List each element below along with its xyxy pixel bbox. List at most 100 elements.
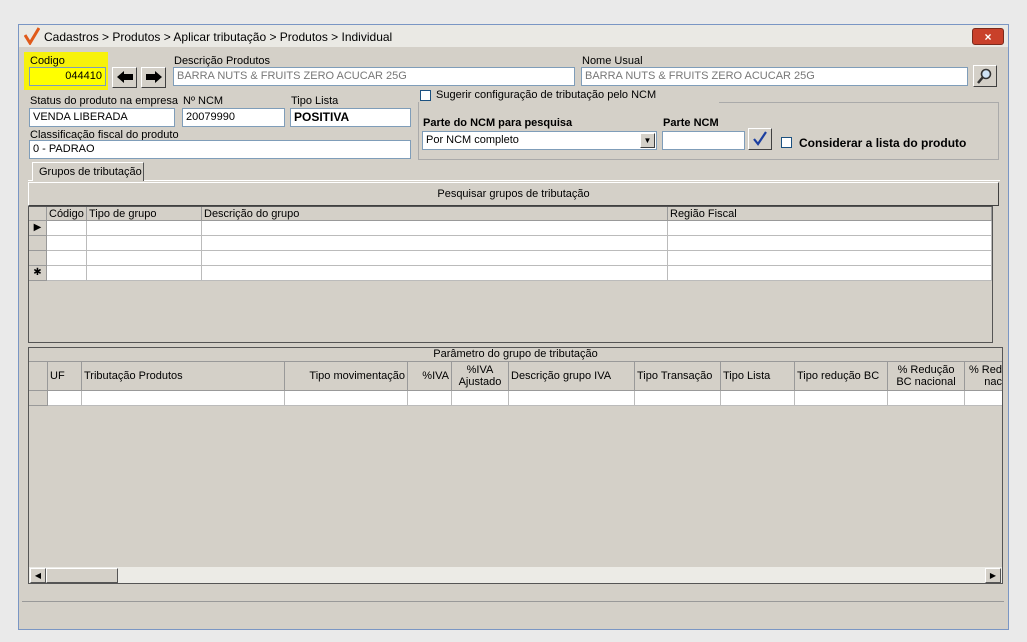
row-indicator <box>29 236 47 251</box>
tab-grupos[interactable]: Grupos de tributação <box>32 162 144 181</box>
table-cell[interactable] <box>285 391 408 406</box>
col-tipo-lista[interactable]: Tipo Lista <box>721 362 795 391</box>
table-cell[interactable] <box>635 391 721 406</box>
table-cell[interactable] <box>87 266 202 281</box>
codigo-label: Codigo <box>30 55 65 67</box>
check-logo-icon <box>24 27 40 45</box>
prev-button[interactable] <box>112 67 137 88</box>
parte-ncm-input[interactable] <box>662 131 745 150</box>
table-cell[interactable] <box>48 391 82 406</box>
col-regiao-fiscal[interactable]: Região Fiscal <box>668 207 992 221</box>
table-cell[interactable] <box>888 391 965 406</box>
parte-ncm-pesquisa-value: Por NCM completo <box>426 134 519 146</box>
search-button[interactable] <box>973 65 997 87</box>
table-cell[interactable] <box>47 221 87 236</box>
table-cell[interactable] <box>47 251 87 266</box>
table-cell[interactable] <box>47 236 87 251</box>
grupos-grid-body: Código Tipo de grupo Descrição do grupo … <box>29 207 992 282</box>
considerar-checkbox[interactable] <box>781 137 792 148</box>
grid-corner <box>29 207 47 221</box>
arrow-right-icon <box>145 71 162 83</box>
table-cell[interactable] <box>87 221 202 236</box>
parametros-grid-body: UF Tributação Produtos Tipo movimentação… <box>29 362 1002 407</box>
scroll-thumb[interactable] <box>46 568 118 583</box>
table-cell[interactable] <box>668 251 992 266</box>
table-cell[interactable] <box>202 236 668 251</box>
sugerir-checkbox[interactable] <box>420 90 431 101</box>
col-uf[interactable]: UF <box>48 362 82 391</box>
row-indicator <box>29 391 48 406</box>
table-cell[interactable] <box>202 266 668 281</box>
scroll-right-button[interactable]: ▶ <box>985 568 1001 583</box>
magnifier-icon <box>977 68 992 84</box>
table-cell[interactable] <box>965 391 1002 406</box>
col-iva-ajustado[interactable]: %IVA Ajustado <box>452 362 509 391</box>
table-cell[interactable] <box>47 266 87 281</box>
col-red-nac[interactable]: % Red nac <box>965 362 1002 391</box>
confirm-button[interactable] <box>748 128 772 150</box>
col-tipo-transacao[interactable]: Tipo Transação <box>635 362 721 391</box>
tipo-lista-label: Tipo Lista <box>291 95 339 107</box>
next-button[interactable] <box>141 67 166 88</box>
row-indicator <box>29 251 47 266</box>
dropdown-button[interactable]: ▼ <box>640 133 655 148</box>
horizontal-scrollbar[interactable] <box>29 567 1002 583</box>
arrow-left-icon <box>116 71 133 83</box>
parte-ncm-pesquisa-select[interactable]: Por NCM completo <box>422 131 657 150</box>
table-cell[interactable] <box>668 236 992 251</box>
checkmark-icon <box>753 131 767 146</box>
table-cell[interactable] <box>452 391 509 406</box>
status-input[interactable]: VENDA LIBERADA <box>29 108 175 127</box>
ncm-input[interactable]: 20079990 <box>182 108 285 127</box>
table-cell[interactable] <box>668 221 992 236</box>
parametros-title: Parâmetro do grupo de tributação <box>29 348 1002 362</box>
grid-corner <box>29 362 48 391</box>
table-cell[interactable] <box>87 251 202 266</box>
breadcrumb: Cadastros > Produtos > Aplicar tributaçã… <box>44 30 393 44</box>
pesquisar-grupos-label: Pesquisar grupos de tributação <box>437 188 590 200</box>
parte-ncm-label: Parte NCM <box>663 117 719 129</box>
col-descricao-grupo-iva[interactable]: Descrição grupo IVA <box>509 362 635 391</box>
sugerir-label: Sugerir configuração de tributação pelo … <box>436 89 657 101</box>
descricao-input[interactable]: BARRA NUTS & FRUITS ZERO ACUCAR 25G <box>173 67 575 86</box>
table-cell[interactable] <box>721 391 795 406</box>
tab-line <box>28 180 1000 181</box>
row-indicator-new: ✱ <box>29 266 47 281</box>
scroll-right-icon: ▶ <box>989 571 997 580</box>
table-cell[interactable] <box>668 266 992 281</box>
considerar-label: Considerar a lista do produto <box>799 136 967 150</box>
status-label: Status do produto na empresa <box>30 95 178 107</box>
descricao-label: Descrição Produtos <box>174 55 270 67</box>
ncm-label: Nº NCM <box>183 95 224 107</box>
scroll-left-button[interactable]: ◀ <box>30 568 46 583</box>
table-cell[interactable] <box>87 236 202 251</box>
tipo-lista-input[interactable]: POSITIVA <box>290 108 411 127</box>
nome-usual-label: Nome Usual <box>582 55 643 67</box>
row-indicator: ▶ <box>29 221 47 236</box>
table-cell[interactable] <box>795 391 888 406</box>
parte-ncm-pesquisa-label: Parte do NCM para pesquisa <box>423 117 573 129</box>
chevron-down-icon: ▼ <box>643 136 652 145</box>
close-button[interactable]: × <box>972 28 1004 45</box>
table-cell[interactable] <box>509 391 635 406</box>
status-bar <box>22 601 1004 625</box>
col-tipo-grupo[interactable]: Tipo de grupo <box>87 207 202 221</box>
scroll-left-icon: ◀ <box>34 571 42 580</box>
codigo-input[interactable]: 044410 <box>29 67 106 86</box>
table-cell[interactable] <box>202 251 668 266</box>
tab-grupos-label: Grupos de tributação <box>39 166 142 178</box>
col-reducao-bc-nacional[interactable]: % Redução BC nacional <box>888 362 965 391</box>
col-tipo-movimentacao[interactable]: Tipo movimentação <box>285 362 408 391</box>
table-cell[interactable] <box>82 391 285 406</box>
nome-usual-input[interactable]: BARRA NUTS & FRUITS ZERO ACUCAR 25G <box>581 67 968 86</box>
table-cell[interactable] <box>408 391 452 406</box>
col-codigo[interactable]: Código <box>47 207 87 221</box>
table-cell[interactable] <box>202 221 668 236</box>
col-descricao-grupo[interactable]: Descrição do grupo <box>202 207 668 221</box>
pesquisar-grupos-button[interactable]: Pesquisar grupos de tributação <box>28 182 999 206</box>
classificacao-input[interactable]: 0 - PADRAO <box>29 140 411 159</box>
col-tributacao-produtos[interactable]: Tributação Produtos <box>82 362 285 391</box>
col-iva[interactable]: %IVA <box>408 362 452 391</box>
col-tipo-reducao-bc[interactable]: Tipo redução BC <box>795 362 888 391</box>
parametros-title-text: Parâmetro do grupo de tributação <box>433 348 598 360</box>
